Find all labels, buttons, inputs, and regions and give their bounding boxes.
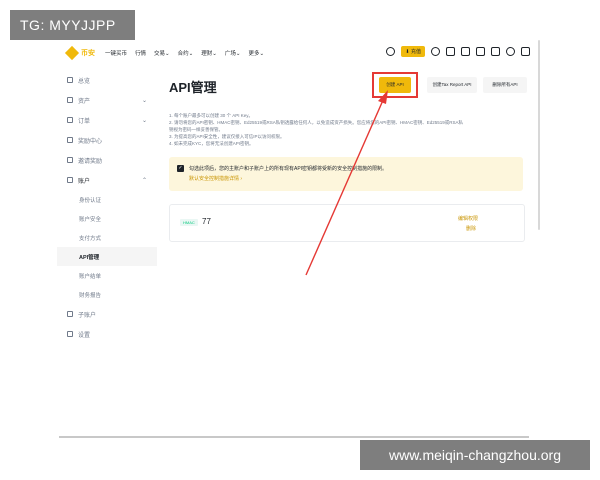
api-key-name: 77 — [202, 217, 211, 226]
watermark-top: TG: MYYJJPP — [10, 10, 135, 40]
delete-all-api-button[interactable]: 删除所有API — [483, 77, 527, 93]
sidebar-item-label: 设置 — [78, 332, 91, 339]
nav-more-label: 更多 — [248, 51, 260, 57]
brand-name: 币安 — [81, 50, 95, 57]
language-icon[interactable] — [506, 47, 515, 56]
warning-text: 勾选此项后，您的主账户和子账户上的所有现有API密钥都将受新的安全控制措施的限制… — [189, 166, 388, 172]
api-type-badge: HMAC — [180, 219, 198, 226]
sidebar-item-assets[interactable]: 资产 ⌄ — [57, 90, 157, 110]
create-tax-report-api-button[interactable]: 创建Tax Report API — [427, 77, 477, 93]
home-icon — [67, 77, 73, 83]
nav-square[interactable]: 广场⌄ — [225, 49, 241, 57]
nav-trade[interactable]: 交易⌄ — [154, 49, 170, 57]
edit-permissions-link[interactable]: 编辑权限 — [458, 215, 478, 222]
api-notes: 1. 每个账户最多可以创建 30 个 API Key。 2. 请勿将您的API密… — [169, 112, 529, 147]
note-line: 4. 如未完成KYC，您将无法创建API密钥。 — [169, 141, 254, 146]
profile-icon[interactable] — [431, 47, 440, 56]
sidebar-subitem-identification[interactable]: 身份认证 — [57, 190, 157, 209]
sidebar-item-rewards[interactable]: 奖励中心 — [57, 130, 157, 150]
binance-logo-icon — [64, 45, 80, 61]
sidebar-item-label: 总览 — [78, 78, 91, 85]
deposit-label: 充值 — [410, 49, 421, 55]
watermark-bottom: www.meiqin-changzhou.org — [360, 440, 590, 470]
nav-earn-label: 理财 — [201, 51, 213, 57]
delete-api-link[interactable]: 删除 — [466, 225, 476, 232]
main-nav: 一键买币 行情 交易⌄ 合约⌄ 理财⌄ 广场⌄ 更多⌄ — [105, 49, 264, 57]
search-icon[interactable] — [386, 47, 396, 56]
user-plus-icon — [67, 157, 73, 163]
nav-earn[interactable]: 理财⌄ — [201, 49, 217, 57]
top-right-tools: ⬇ 充值 — [386, 46, 530, 57]
security-details-link[interactable]: 默认安全控制措施详情 › — [189, 175, 242, 182]
sidebar-item-label: 邀请奖励 — [78, 158, 103, 165]
sidebar-subitem-security[interactable]: 账户安全 — [57, 209, 157, 228]
theme-icon[interactable] — [521, 47, 530, 56]
nav-futures[interactable]: 合约⌄ — [178, 49, 194, 57]
sidebar-item-subaccount[interactable]: 子账户 — [57, 304, 157, 324]
users-icon — [67, 311, 73, 317]
download-icon: ⬇ — [405, 49, 410, 55]
reward-icon — [67, 137, 73, 143]
brand-logo[interactable]: 币安 — [64, 45, 95, 61]
sidebar-item-account[interactable]: 账户 ⌃ — [57, 170, 157, 190]
api-key-card: HMAC 77 编辑权限 删除 — [169, 204, 525, 242]
sidebar-subitem-report[interactable]: 财务报告 — [57, 285, 157, 304]
message-icon[interactable] — [476, 47, 485, 56]
top-navbar: 币安 一键买币 行情 交易⌄ 合约⌄ 理财⌄ 广场⌄ 更多⌄ ⬇ 充值 — [57, 40, 542, 66]
deposit-button[interactable]: ⬇ 充值 — [401, 46, 425, 57]
default-security-checkbox[interactable]: ✓ — [177, 165, 184, 172]
sidebar-subitem-payment[interactable]: 支付方式 — [57, 228, 157, 247]
sidebar-item-referral[interactable]: 邀请奖励 — [57, 150, 157, 170]
nav-square-label: 广场 — [224, 51, 236, 57]
note-line: 1. 每个账户最多可以创建 30 个 API Key。 — [169, 113, 254, 118]
scrollbar[interactable] — [538, 40, 540, 230]
chevron-down-icon: ⌄ — [141, 97, 147, 104]
sidebar-item-label: 子账户 — [78, 312, 97, 319]
user-icon — [67, 177, 73, 183]
sidebar-item-label: 账户 — [78, 178, 91, 185]
notification-icon[interactable] — [491, 47, 500, 56]
sidebar-subitem-api-management[interactable]: API管理 — [57, 247, 157, 266]
sidebar-item-label: 奖励中心 — [78, 138, 103, 145]
create-api-button[interactable]: 创建 API — [379, 77, 411, 93]
sidebar-item-label: 订单 — [78, 118, 91, 125]
chevron-down-icon: ⌄ — [141, 117, 147, 124]
note-line: 3. 为提高您的API安全性，建议仅接入可信IP以访问权限。 — [169, 134, 285, 139]
security-warning-banner: ✓ 勾选此项后，您的主账户和子账户上的所有现有API密钥都将受新的安全控制措施的… — [169, 157, 523, 191]
app-window: 币安 一键买币 行情 交易⌄ 合约⌄ 理财⌄ 广场⌄ 更多⌄ ⬇ 充值 总览 资… — [57, 40, 542, 433]
nav-futures-label: 合约 — [177, 51, 189, 57]
sidebar-subitem-statement[interactable]: 账户结单 — [57, 266, 157, 285]
orders-icon — [67, 117, 73, 123]
bottom-divider — [59, 436, 529, 438]
sidebar-item-orders[interactable]: 订单 ⌄ — [57, 110, 157, 130]
wallet-icon — [67, 97, 73, 103]
sidebar-item-overview[interactable]: 总览 — [57, 70, 157, 90]
gear-icon — [67, 331, 73, 337]
nav-markets[interactable]: 行情 — [135, 49, 146, 57]
orders-icon[interactable] — [446, 47, 455, 56]
sidebar-item-settings[interactable]: 设置 — [57, 324, 157, 344]
note-line: 钥视为密码一样妥善保管。 — [169, 127, 223, 132]
nav-more[interactable]: 更多⌄ — [249, 49, 265, 57]
note-line: 2. 请勿将您的API密钥、HMAC密钥、Ed25519或RSA私钥透露给任何人… — [169, 120, 464, 125]
sidebar: 总览 资产 ⌄ 订单 ⌄ 奖励中心 邀请奖励 账户 ⌃ 身份认证 账户安全 支付方式 … — [57, 70, 157, 344]
chevron-up-icon: ⌃ — [141, 177, 147, 184]
sidebar-item-label: 资产 — [78, 98, 91, 105]
nav-buy-crypto[interactable]: 一键买币 — [105, 49, 127, 57]
nav-trade-label: 交易 — [154, 51, 166, 57]
download-app-icon[interactable] — [461, 47, 470, 56]
page-title: API管理 — [169, 80, 217, 95]
